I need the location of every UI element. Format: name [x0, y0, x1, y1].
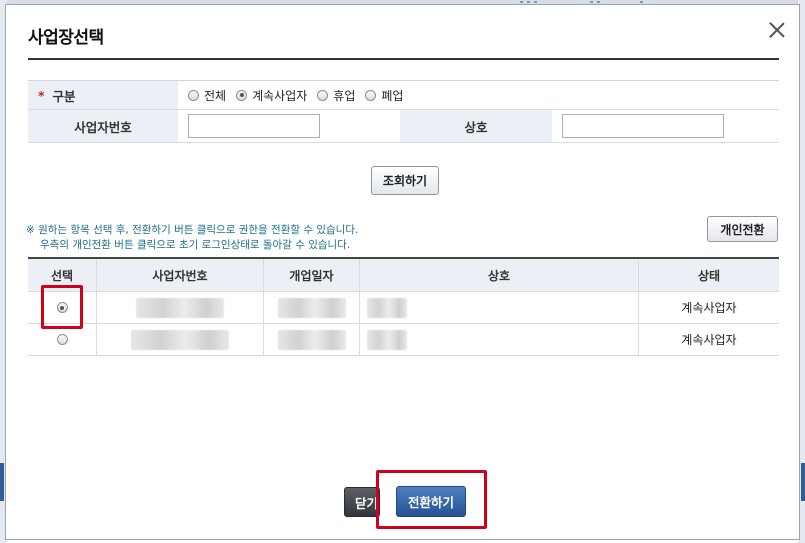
- radio-icon[interactable]: [317, 89, 329, 101]
- open-date-cell: [264, 324, 360, 355]
- company-label: 상호: [400, 110, 552, 142]
- open-date-cell: [264, 292, 360, 323]
- option-label: 전체: [204, 88, 227, 103]
- redacted-value: [367, 329, 407, 350]
- header-select: 선택: [28, 259, 97, 291]
- biz-no-label: 사업자번호: [28, 110, 178, 142]
- header-company: 상호: [360, 259, 639, 291]
- redacted-value: [367, 297, 407, 318]
- category-header: * 구분: [28, 81, 178, 109]
- biz-no-input[interactable]: [188, 114, 320, 138]
- business-select-dialog: 사업장선택 * 구분 전체 계속사업자 휴업 폐업 사업자번호 상호 조회하기 …: [5, 4, 800, 540]
- company-cell: [360, 292, 639, 323]
- header-open-date: 개업일자: [264, 259, 360, 291]
- grid-header-row: 선택 사업자번호 개업일자 상호 상태: [28, 259, 779, 292]
- redacted-value: [131, 329, 229, 350]
- row-radio-icon[interactable]: [56, 334, 68, 345]
- status-cell: 계속사업자: [681, 301, 737, 315]
- dialog-title: 사업장선택: [28, 28, 104, 48]
- biz-no-cell: [97, 292, 264, 323]
- notice-text: ※ 원하는 항목 선택 후, 전환하기 버튼 클릭으로 권한을 전환할 수 있습…: [26, 223, 358, 253]
- redacted-value: [277, 297, 346, 318]
- company-cell: [360, 324, 639, 355]
- biz-no-cell: [178, 110, 400, 142]
- company-cell: [552, 110, 779, 142]
- close-icon[interactable]: [768, 21, 786, 39]
- table-row[interactable]: 계속사업자: [28, 324, 779, 356]
- biz-no-cell: [97, 324, 264, 355]
- radio-icon[interactable]: [188, 89, 199, 101]
- notice-line-2: 우측의 개인전환 버튼 클릭으로 초기 로그인상태로 돌아갈 수 있습니다.: [40, 239, 351, 251]
- search-form: * 구분 전체 계속사업자 휴업 폐업 사업자번호 상호: [28, 80, 779, 143]
- option-continuing[interactable]: 계속사업자: [236, 87, 307, 104]
- category-row: * 구분 전체 계속사업자 휴업 폐업: [28, 81, 779, 110]
- option-label: 휴업: [333, 88, 356, 103]
- category-options: 전체 계속사업자 휴업 폐업: [178, 81, 413, 109]
- header-biz-no: 사업자번호: [97, 259, 264, 291]
- close-button[interactable]: 닫기: [344, 487, 380, 517]
- row-select-cell: [28, 292, 97, 323]
- switch-button[interactable]: 전환하기: [396, 486, 466, 517]
- required-mark: *: [38, 87, 45, 103]
- personal-switch-button[interactable]: 개인전환: [707, 216, 778, 242]
- option-label: 계속사업자: [252, 88, 308, 103]
- table-row[interactable]: 계속사업자: [28, 292, 779, 324]
- radio-icon[interactable]: [365, 89, 377, 101]
- redacted-value: [277, 329, 346, 350]
- radio-selected-icon[interactable]: [236, 89, 248, 101]
- option-closed[interactable]: 폐업: [365, 87, 403, 104]
- company-input[interactable]: [562, 114, 724, 138]
- business-grid: 선택 사업자번호 개업일자 상호 상태 계속사업자 계속사업자: [28, 257, 779, 356]
- category-label: 구분: [52, 88, 76, 104]
- redacted-value: [136, 297, 224, 318]
- search-button[interactable]: 조회하기: [371, 166, 439, 195]
- option-suspended[interactable]: 휴업: [317, 87, 355, 104]
- search-fields-row: 사업자번호 상호: [28, 110, 779, 143]
- option-all[interactable]: 전체: [188, 87, 226, 104]
- header-status: 상태: [697, 268, 721, 283]
- row-select-cell: [28, 324, 97, 355]
- row-radio-selected-icon[interactable]: [56, 302, 68, 313]
- title-divider: [28, 58, 779, 60]
- option-label: 폐업: [381, 88, 404, 103]
- status-cell: 계속사업자: [681, 333, 737, 347]
- notice-line-1: ※ 원하는 항목 선택 후, 전환하기 버튼 클릭으로 권한을 전환할 수 있습…: [26, 224, 359, 236]
